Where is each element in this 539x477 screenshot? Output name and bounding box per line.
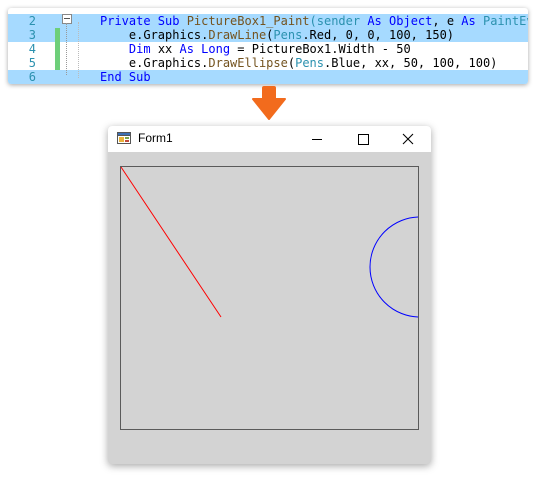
code-token: .Red, 0, 0, 100, 150) bbox=[302, 28, 455, 42]
form-app-icon bbox=[117, 132, 131, 144]
change-marker bbox=[55, 56, 60, 70]
down-arrow-icon bbox=[252, 86, 286, 120]
code-token: Pens bbox=[295, 56, 324, 70]
code-token: PictureBox1_Paint bbox=[186, 14, 310, 28]
code-line[interactable]: 5 e.Graphics.DrawEllipse(Pens.Blue, xx, … bbox=[8, 56, 528, 70]
code-token: As bbox=[367, 14, 390, 28]
title-bar[interactable]: Form1 bbox=[108, 126, 431, 152]
code-text: e.Graphics.DrawLine(Pens.Red, 0, 0, 100,… bbox=[100, 28, 454, 42]
picture-box-canvas bbox=[120, 166, 471, 318]
change-marker bbox=[55, 28, 60, 42]
close-icon[interactable] bbox=[385, 126, 431, 152]
code-token: e.Graphics. bbox=[100, 56, 209, 70]
code-text: End Sub bbox=[100, 70, 151, 84]
code-token: DrawEllipse bbox=[208, 56, 288, 70]
code-token: ( bbox=[287, 56, 296, 70]
code-line[interactable]: 6 End Sub bbox=[8, 70, 528, 84]
code-text: Dim xx As Long = PictureBox1.Width - 50 bbox=[100, 42, 411, 56]
code-token: xx bbox=[157, 42, 180, 56]
line-number: 5 bbox=[28, 56, 36, 70]
minimize-icon[interactable] bbox=[294, 126, 340, 152]
code-token: Object bbox=[389, 14, 433, 28]
line-number: 3 bbox=[28, 28, 36, 42]
code-token: e.Graphics. bbox=[100, 28, 209, 42]
code-editor: 2 Private Sub PictureBox1_Paint(sender As… bbox=[8, 8, 528, 84]
code-text: e.Graphics.DrawEllipse(Pens.Blue, xx, 50… bbox=[100, 56, 498, 70]
blue-ellipse bbox=[369, 216, 471, 318]
code-token: DrawLine bbox=[208, 28, 267, 42]
line-number: 6 bbox=[28, 70, 36, 84]
code-token: Pens bbox=[273, 28, 303, 42]
code-token: PaintEve bbox=[482, 14, 528, 28]
code-token: Private Sub bbox=[100, 14, 187, 28]
maximize-icon[interactable] bbox=[340, 126, 386, 152]
code-token: End Sub bbox=[100, 70, 151, 84]
window-title: Form1 bbox=[138, 131, 173, 145]
line-number: 4 bbox=[28, 42, 36, 56]
line-number: 2 bbox=[28, 14, 36, 28]
code-token: , e bbox=[432, 14, 462, 28]
code-token: As Long bbox=[179, 42, 231, 56]
code-text: Private Sub PictureBox1_Paint(sender As … bbox=[100, 14, 528, 28]
picture-box[interactable] bbox=[120, 166, 471, 430]
code-line[interactable]: 4 Dim xx As Long = PictureBox1.Width - 5… bbox=[8, 42, 528, 56]
fold-guide bbox=[66, 23, 68, 75]
indent-guide bbox=[78, 22, 80, 78]
code-token: = PictureBox1.Width - 50 bbox=[230, 42, 411, 56]
code-token: .Blue, xx, 50, 100, 100) bbox=[324, 56, 498, 70]
red-line bbox=[120, 166, 222, 318]
code-token: As bbox=[461, 14, 483, 28]
code-token: Dim bbox=[128, 42, 158, 56]
code-line[interactable]: 2 Private Sub PictureBox1_Paint(sender As… bbox=[8, 14, 528, 28]
code-token: (sender bbox=[309, 14, 368, 28]
change-marker bbox=[55, 42, 60, 56]
code-line[interactable]: 3 e.Graphics.DrawLine(Pens.Red, 0, 0, 10… bbox=[8, 28, 528, 42]
form-window: Form1 bbox=[108, 126, 471, 464]
